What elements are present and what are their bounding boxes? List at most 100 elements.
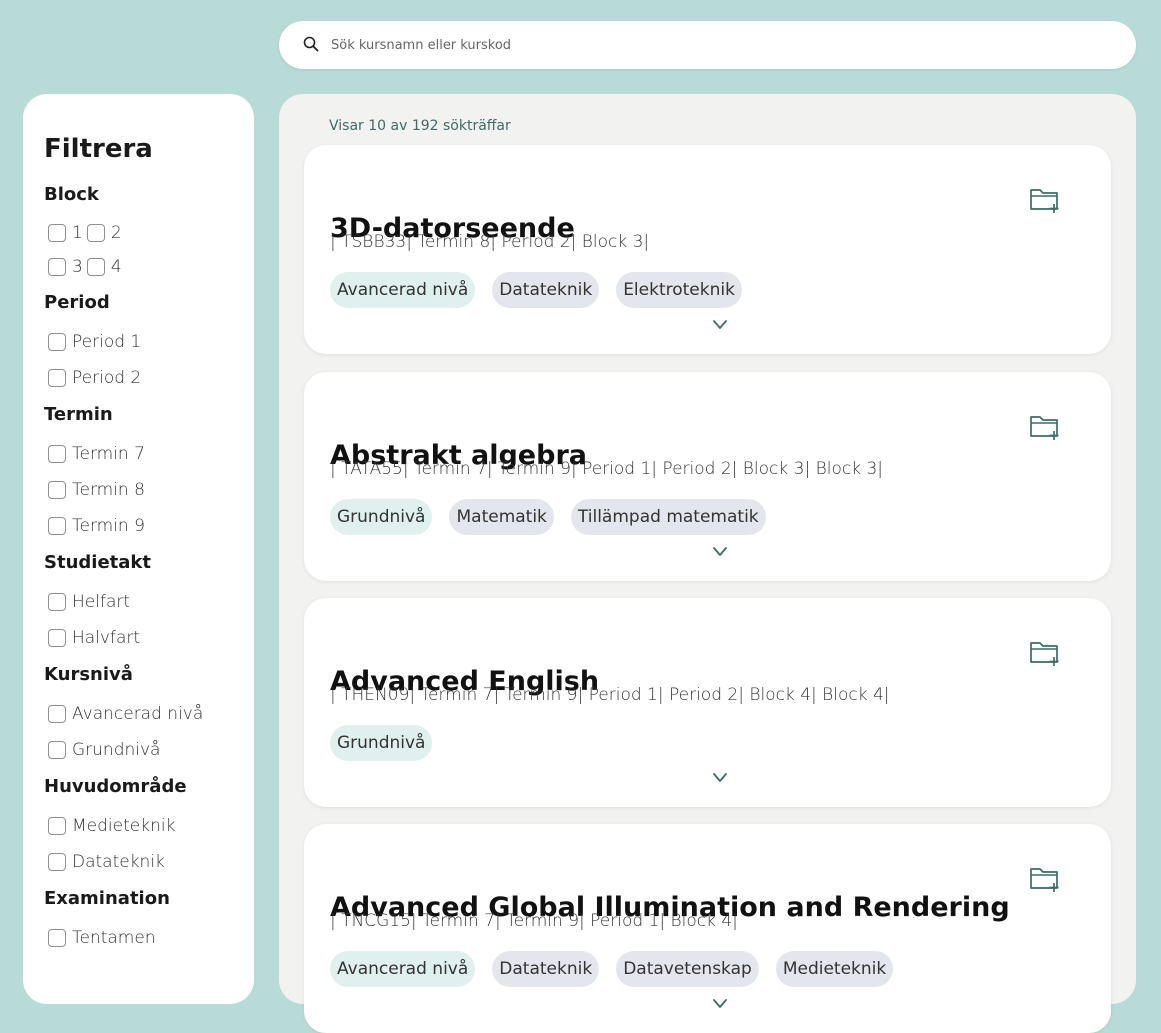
course-card: Advanced English | THEN09| Termin 7| Term… — [304, 598, 1111, 807]
checkbox[interactable] — [48, 705, 66, 723]
filter-option-kursnivå-grundnivå[interactable]: Grundnivå — [48, 732, 254, 768]
course-meta: | THEN09| Termin 7| Termin 9| Period 1| … — [330, 685, 890, 705]
course-area-tag: Tillämpad matematik — [570, 499, 766, 535]
filter-option-examination-tentamen[interactable]: Tentamen — [48, 920, 254, 956]
search-bar[interactable] — [279, 21, 1136, 69]
filter-panel: Filtrera Block 1 2 3 4 Period Period 1 Period 2… — [23, 94, 254, 1004]
checkbox[interactable] — [48, 445, 66, 463]
filter-group-title-block: Block — [44, 184, 99, 205]
course-meta: | TNCG15| Termin 7| Termin 9| Period 1| … — [330, 911, 738, 931]
course-meta: | TSBB33| Termin 8| Period 2| Block 3| — [330, 232, 650, 252]
filter-option-huvudområde-medieteknik[interactable]: Medieteknik — [48, 808, 254, 844]
filter-option-label: Termin 9 — [72, 516, 145, 536]
filter-options-termin: Termin 7 Termin 8 Termin 9 — [48, 436, 254, 544]
course-meta: | TATA55| Termin 7| Termin 9| Period 1| … — [330, 459, 883, 479]
filter-option-block-2[interactable]: 2 — [86, 216, 122, 250]
course-tags: Avancerad nivå Datateknik Datavetenskap Med… — [330, 951, 894, 987]
checkbox[interactable] — [86, 224, 105, 242]
course-area-tag: Elektroteknik — [616, 272, 742, 308]
search-icon — [303, 36, 321, 54]
course-level-tag: Avancerad nivå — [330, 951, 476, 987]
folder-plus-icon[interactable] — [1029, 864, 1063, 894]
filter-options-block: 1 2 3 4 — [48, 216, 254, 284]
filter-option-studietakt-helfart[interactable]: Helfart — [48, 584, 254, 620]
filter-option-label: Termin 8 — [72, 480, 145, 500]
filter-option-label: Medieteknik — [72, 816, 176, 836]
course-tags: Avancerad nivå Datateknik Elektroteknik — [330, 272, 742, 308]
filter-option-termin-termin-8[interactable]: Termin 8 — [48, 472, 254, 508]
filter-option-label: Helfart — [72, 592, 131, 612]
filter-option-termin-termin-7[interactable]: Termin 7 — [48, 436, 254, 472]
filter-option-kursnivå-avancerad-nivå[interactable]: Avancerad nivå — [48, 696, 254, 732]
course-level-tag: Grundnivå — [330, 725, 433, 761]
checkbox[interactable] — [48, 517, 66, 535]
checkbox[interactable] — [48, 853, 66, 871]
filter-groups: Block 1 2 3 4 Period Period 1 Period 2 Termin Ter… — [44, 184, 254, 956]
filter-option-label: 4 — [110, 257, 122, 277]
results-panel: Visar 10 av 192 sökträffar 3D-datorseend… — [279, 94, 1136, 1033]
course-level-tag: Grundnivå — [330, 499, 433, 535]
filter-option-label: Period 1 — [72, 332, 142, 352]
course-area-tag: Matematik — [449, 499, 554, 535]
course-card: Abstrakt algebra | TATA55| Termin 7| Term… — [304, 372, 1111, 581]
course-area-tag: Datateknik — [492, 951, 600, 987]
filter-options-period: Period 1 Period 2 — [48, 324, 254, 396]
filter-option-block-4[interactable]: 4 — [86, 250, 122, 284]
filter-option-studietakt-halvfart[interactable]: Halvfart — [48, 620, 254, 656]
course-tags: Grundnivå Matematik Tillämpad matematik — [330, 499, 766, 535]
folder-plus-icon[interactable] — [1029, 412, 1063, 442]
checkbox[interactable] — [48, 481, 66, 499]
filter-options-huvudområde: Medieteknik Datateknik — [48, 808, 254, 880]
filter-title: Filtrera — [44, 134, 153, 164]
filter-group-title-termin: Termin — [44, 404, 113, 425]
course-card: Advanced Global Illumination and Renderi… — [304, 824, 1111, 1033]
filter-option-label: Period 2 — [72, 368, 142, 388]
checkbox[interactable] — [48, 333, 66, 351]
checkbox[interactable] — [48, 224, 66, 242]
result-count: Visar 10 av 192 sökträffar — [329, 118, 511, 134]
course-level-tag: Avancerad nivå — [330, 272, 476, 308]
course-tags: Grundnivå — [330, 725, 433, 761]
folder-plus-icon[interactable] — [1029, 638, 1063, 668]
filter-group-title-examination: Examination — [44, 888, 170, 909]
filter-option-label: Avancerad nivå — [72, 704, 204, 724]
filter-option-label: 1 — [72, 223, 83, 243]
checkbox[interactable] — [48, 741, 66, 759]
checkbox[interactable] — [48, 929, 66, 947]
filter-option-label: Tentamen — [72, 928, 156, 948]
checkbox[interactable] — [48, 258, 66, 276]
filter-option-label: Halvfart — [72, 628, 141, 648]
checkbox[interactable] — [86, 258, 105, 276]
chevron-down-icon[interactable] — [709, 996, 731, 1010]
filter-option-label: Grundnivå — [72, 740, 161, 760]
chevron-down-icon[interactable] — [709, 770, 731, 784]
course-card: 3D-datorseende | TSBB33| Termin 8| Period… — [304, 145, 1111, 354]
checkbox[interactable] — [48, 629, 66, 647]
checkbox[interactable] — [48, 369, 66, 387]
folder-plus-icon[interactable] — [1029, 185, 1063, 215]
checkbox[interactable] — [48, 817, 66, 835]
filter-option-label: 3 — [72, 257, 83, 277]
chevron-down-icon[interactable] — [709, 317, 731, 331]
filter-option-termin-termin-9[interactable]: Termin 9 — [48, 508, 254, 544]
filter-group-title-huvudområde: Huvudområde — [44, 776, 187, 797]
course-area-tag: Medieteknik — [775, 951, 894, 987]
filter-group-title-period: Period — [44, 292, 110, 313]
filter-option-label: 2 — [110, 223, 122, 243]
filter-option-label: Termin 7 — [72, 444, 145, 464]
course-area-tag: Datavetenskap — [616, 951, 759, 987]
search-input[interactable] — [329, 36, 1136, 54]
course-area-tag: Datateknik — [492, 272, 600, 308]
filter-option-label: Datateknik — [72, 852, 165, 872]
filter-group-title-studietakt: Studietakt — [44, 552, 151, 573]
filter-option-huvudområde-datateknik[interactable]: Datateknik — [48, 844, 254, 880]
filter-option-period-period-1[interactable]: Period 1 — [48, 324, 254, 360]
filter-group-title-kursnivå: Kursnivå — [44, 664, 133, 685]
filter-option-block-3[interactable]: 3 — [48, 250, 83, 284]
checkbox[interactable] — [48, 593, 66, 611]
filter-option-period-period-2[interactable]: Period 2 — [48, 360, 254, 396]
filter-options-examination: Tentamen — [48, 920, 254, 956]
chevron-down-icon[interactable] — [709, 544, 731, 558]
filter-options-kursnivå: Avancerad nivå Grundnivå — [48, 696, 254, 768]
filter-option-block-1[interactable]: 1 — [48, 216, 83, 250]
